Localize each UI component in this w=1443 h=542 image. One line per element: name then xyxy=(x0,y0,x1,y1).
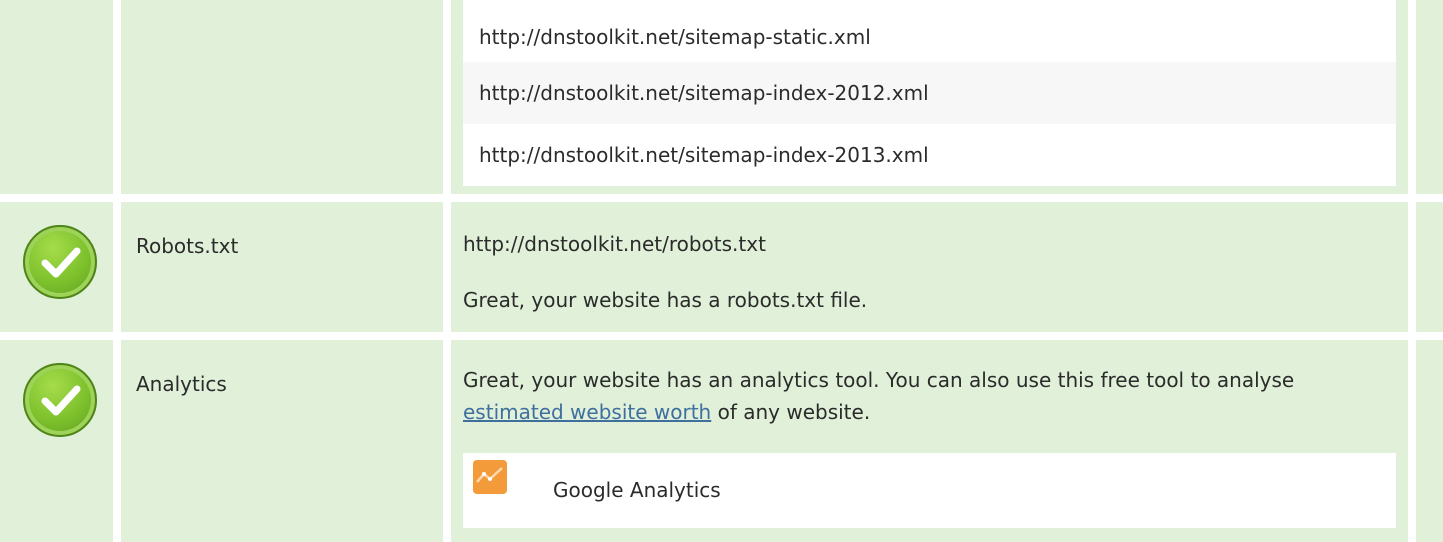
check-name-cell: Analytics xyxy=(121,340,443,542)
list-item: http://dnstoolkit.net/sitemap-index-2012… xyxy=(463,62,1396,124)
robots-url: http://dnstoolkit.net/robots.txt xyxy=(463,232,766,256)
sitemap-row: http://dnstoolkit.net/sitemap-static.xml… xyxy=(0,0,1443,194)
sitemap-list: http://dnstoolkit.net/sitemap-static.xml… xyxy=(463,0,1396,186)
list-item: http://dnstoolkit.net/sitemap-index-2013… xyxy=(463,124,1396,186)
check-value-cell: Great, your website has an analytics too… xyxy=(451,340,1408,542)
analytics-row: Analytics Great, your website has an ana… xyxy=(0,340,1443,542)
row-end-cell xyxy=(1416,0,1443,194)
check-name: Robots.txt xyxy=(136,234,239,258)
analytics-message-end: of any website. xyxy=(711,400,871,424)
check-name: Analytics xyxy=(136,372,227,396)
analytics-message-start: Great, your website has an analytics too… xyxy=(463,368,1295,392)
google-analytics-icon xyxy=(473,460,507,494)
robots-message: Great, your website has a robots.txt fil… xyxy=(463,288,868,312)
robots-row: Robots.txt http://dnstoolkit.net/robots.… xyxy=(0,202,1443,332)
estimated-website-worth-link[interactable]: estimated website worth xyxy=(463,400,711,424)
analytics-message: Great, your website has an analytics too… xyxy=(463,364,1363,428)
check-value-cell: http://dnstoolkit.net/sitemap-static.xml… xyxy=(451,0,1408,194)
check-name-cell: Robots.txt xyxy=(121,202,443,332)
checkmark-circle-icon xyxy=(23,225,97,299)
check-value-cell: http://dnstoolkit.net/robots.txt Great, … xyxy=(451,202,1408,332)
status-cell xyxy=(0,340,113,542)
status-cell xyxy=(0,0,113,194)
row-end-cell xyxy=(1416,202,1443,332)
check-name-cell xyxy=(121,0,443,194)
analytics-tool-name: Google Analytics xyxy=(553,478,721,502)
checkmark-circle-icon xyxy=(23,363,97,437)
row-end-cell xyxy=(1416,340,1443,542)
analytics-tool-item: Google Analytics xyxy=(463,453,1396,528)
list-item: http://dnstoolkit.net/sitemap-static.xml xyxy=(463,0,1396,62)
status-cell xyxy=(0,202,113,332)
